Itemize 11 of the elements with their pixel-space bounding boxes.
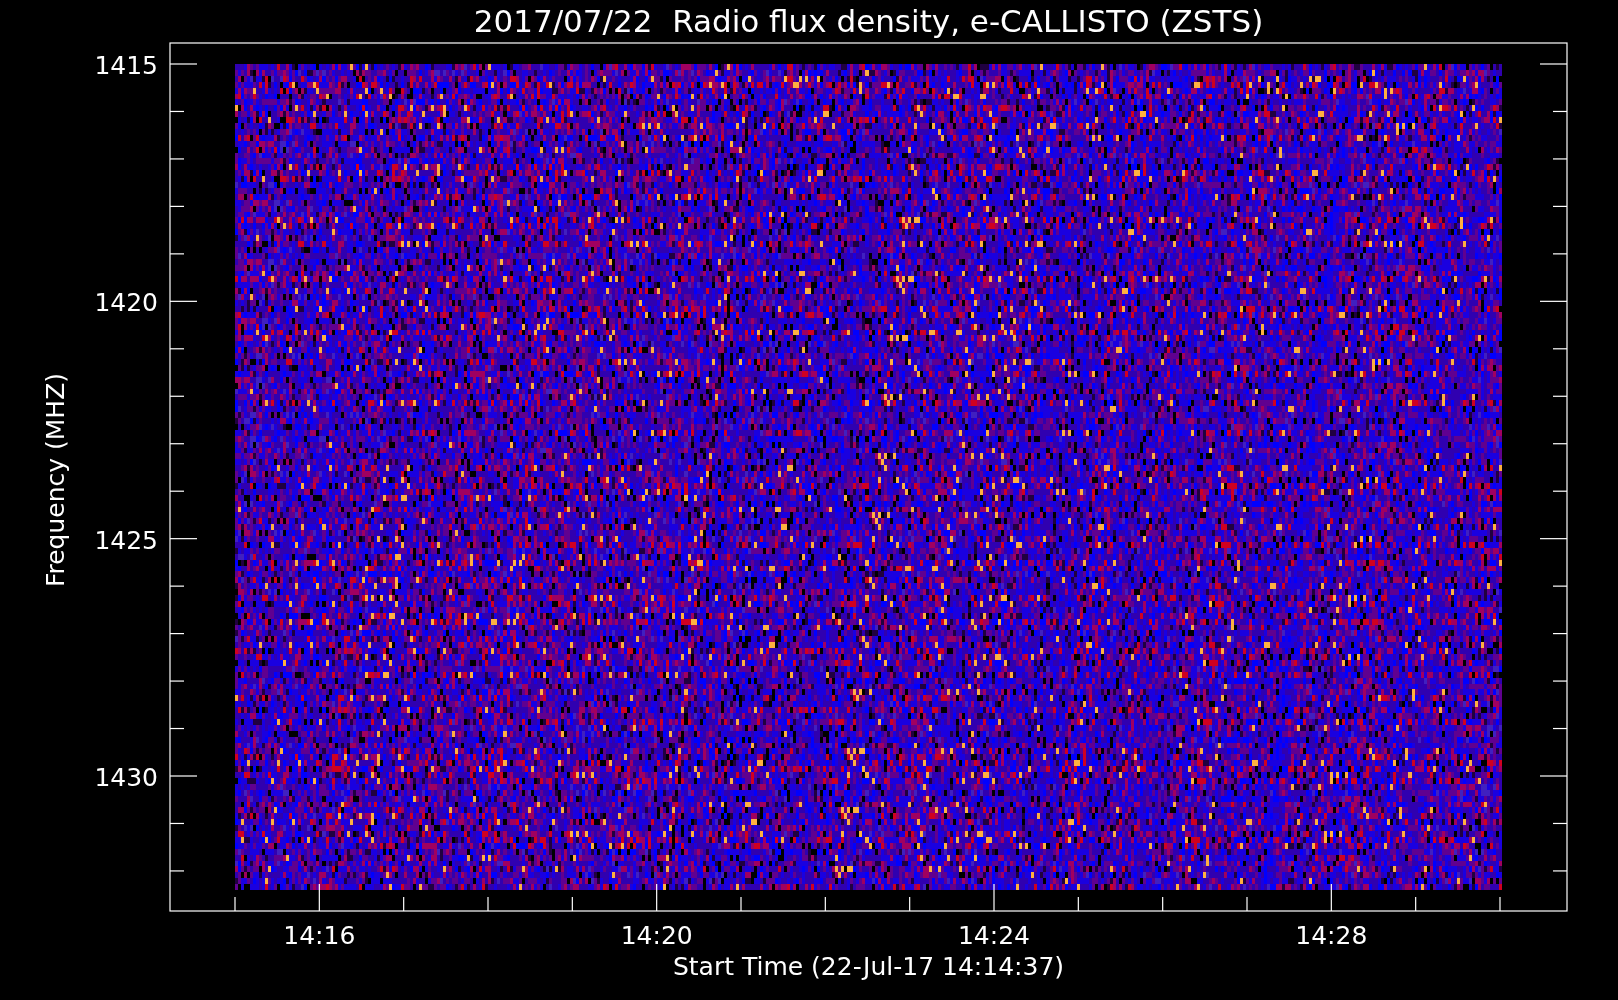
y-tick-label: 1415 <box>94 51 158 80</box>
x-tick-label: 14:28 <box>1295 921 1368 950</box>
y-tick-label: 1430 <box>94 763 158 792</box>
x-tick-label: 14:16 <box>283 921 356 950</box>
chart-title: 2017/07/22 Radio flux density, e-CALLISTO (ZSTS) <box>473 3 1264 39</box>
y-tick-label: 1425 <box>94 525 158 555</box>
x-axis-label: Start Time (22-Jul-17 14:14:37) <box>672 952 1065 981</box>
y-axis-label: Frequency (MHZ) <box>41 372 70 588</box>
y-tick-label: 1420 <box>94 288 158 318</box>
x-tick-label: 14:24 <box>958 921 1030 950</box>
x-tick-label: 14:20 <box>620 921 693 950</box>
